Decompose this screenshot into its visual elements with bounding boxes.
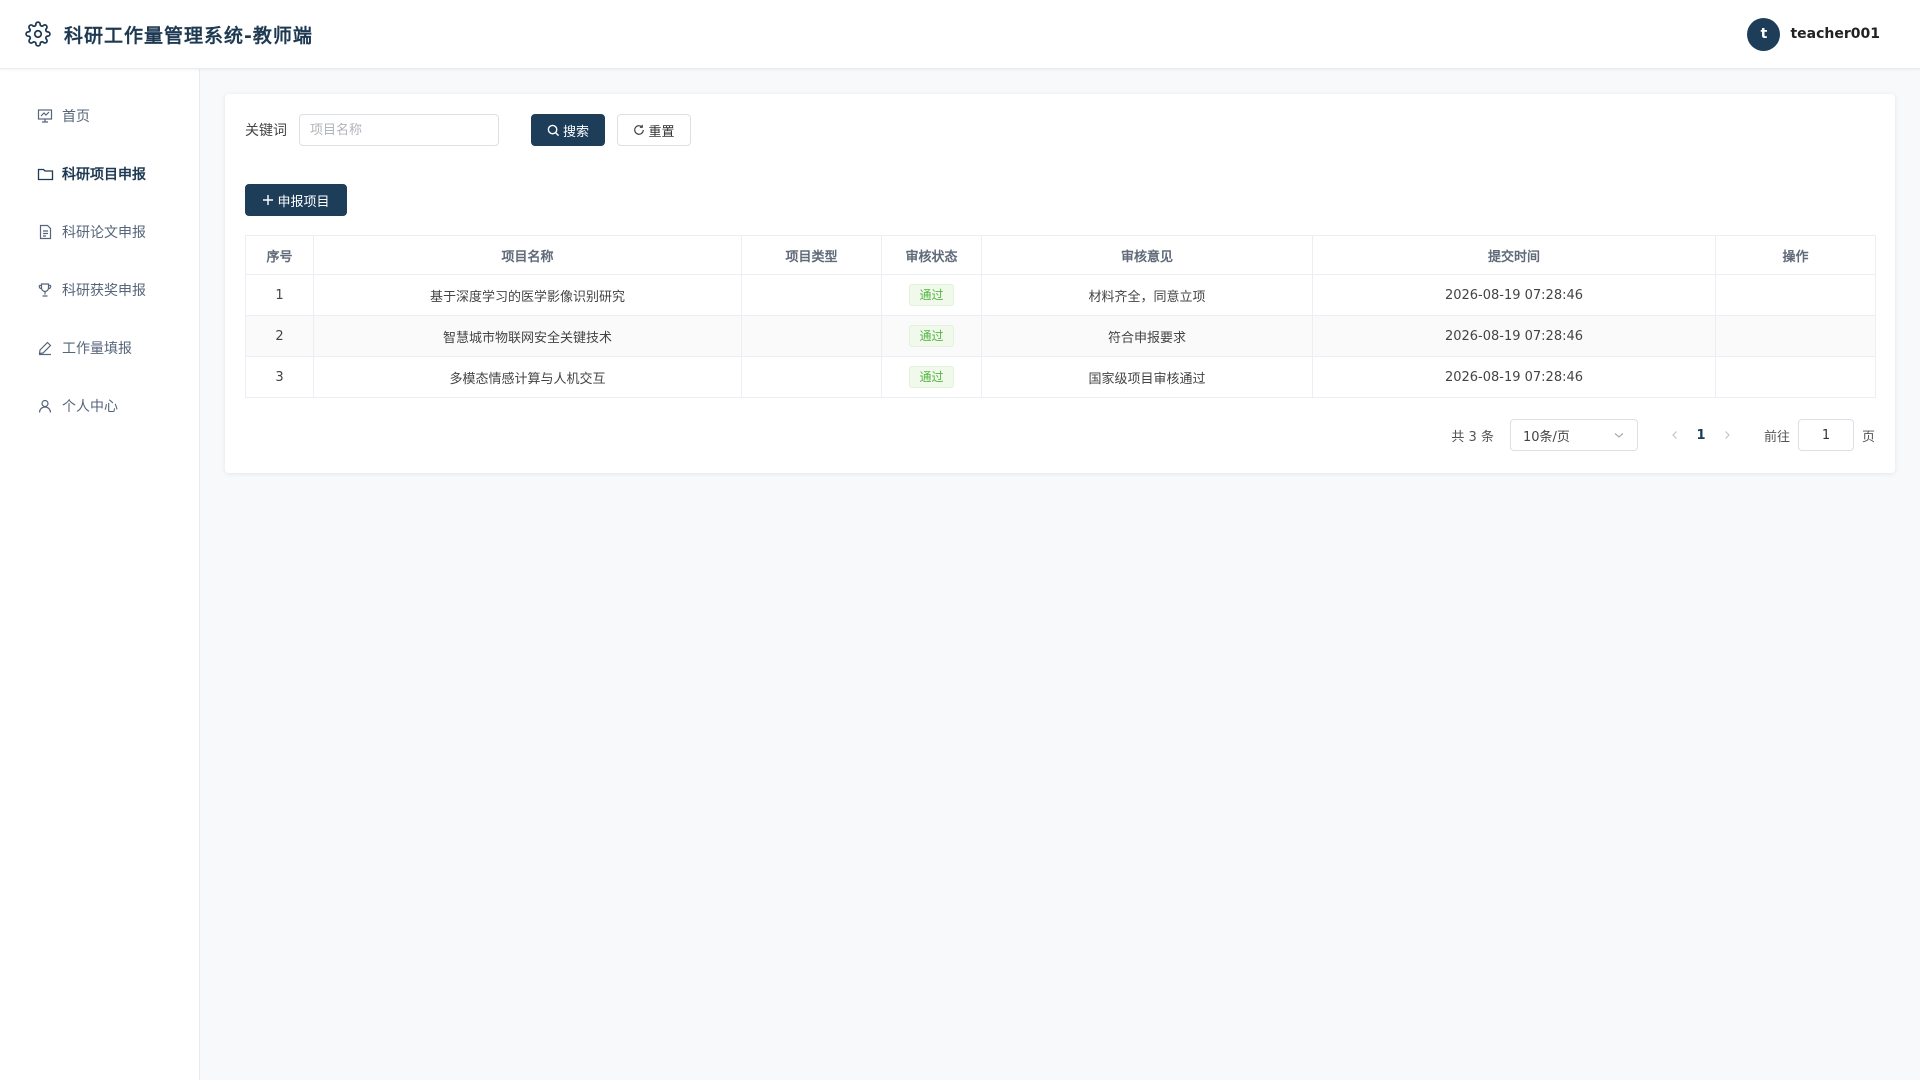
goto-page: 前往 页 (1764, 419, 1875, 451)
sidebar-item-research-papers[interactable]: 科研论文申报 (0, 203, 199, 261)
plus-icon (263, 195, 274, 205)
col-header-index: 序号 (245, 235, 314, 275)
col-header-time: 提交时间 (1312, 235, 1716, 275)
cell-opinion: 符合申报要求 (981, 315, 1313, 357)
chevron-left-icon (1672, 431, 1677, 439)
sidebar-item-label: 个人中心 (62, 399, 118, 415)
cell-name: 智慧城市物联网安全关键技术 (313, 315, 742, 357)
user-menu[interactable]: t teacher001 (1747, 17, 1880, 51)
cell-status: 通过 (881, 315, 982, 357)
sidebar-item-label: 科研获奖申报 (62, 283, 146, 299)
app-title: 科研工作量管理系统-教师端 (64, 24, 313, 47)
sidebar-item-research-projects[interactable]: 科研项目申报 (0, 145, 199, 203)
user-icon (36, 397, 54, 415)
pagination: 共 3 条 10条/页 1 前往 页 (1451, 419, 1875, 451)
goto-label: 前往 (1763, 429, 1790, 445)
cell-time: 2026-08-19 07:28:46 (1312, 274, 1716, 316)
table-row: 2 智慧城市物联网安全关键技术 通过 符合申报要求 2026-08-19 07:… (245, 315, 1876, 357)
document-icon (36, 223, 54, 241)
sidebar-item-label: 首页 (62, 109, 90, 125)
cell-action (1715, 356, 1876, 398)
goto-page-input[interactable] (1797, 419, 1854, 451)
table-header-row: 序号 项目名称 项目类型 审核状态 审核意见 提交时间 操作 (245, 235, 1876, 275)
status-badge: 通过 (909, 325, 954, 347)
pagination-total: 共 3 条 (1451, 429, 1494, 445)
content-card: 关键词 搜索 重置 申报项目 序号 项目名称 项目类型 (225, 94, 1895, 473)
add-project-label: 申报项目 (277, 194, 330, 210)
sidebar: 首页 科研项目申报 科研论文申报 科研获奖申报 工作量填报 个人中心 (0, 69, 200, 1080)
search-icon (547, 124, 560, 136)
chevron-right-icon (1725, 431, 1730, 439)
col-header-type: 项目类型 (741, 235, 882, 275)
avatar[interactable]: t (1747, 17, 1781, 51)
cell-status: 通过 (881, 274, 982, 316)
cell-type (741, 274, 882, 316)
page-size-value: 10条/页 (1522, 429, 1570, 445)
trophy-icon (36, 281, 54, 299)
reset-button-label: 重置 (648, 124, 675, 140)
search-bar: 关键词 搜索 重置 (245, 114, 1875, 146)
col-header-status: 审核状态 (881, 235, 982, 275)
cell-index: 2 (245, 315, 314, 357)
refresh-icon (634, 124, 645, 135)
col-header-name: 项目名称 (313, 235, 742, 275)
sidebar-item-workload[interactable]: 工作量填报 (0, 319, 199, 377)
top-header: 科研工作量管理系统-教师端 t teacher001 (0, 0, 1920, 69)
cell-index: 1 (245, 274, 314, 316)
edit-pen-icon (36, 339, 54, 357)
cell-time: 2026-08-19 07:28:46 (1312, 356, 1716, 398)
cell-action (1715, 315, 1876, 357)
col-header-action: 操作 (1715, 235, 1876, 275)
prev-page-button[interactable] (1664, 424, 1686, 446)
table-row: 3 多模态情感计算与人机交互 通过 国家级项目审核通过 2026-08-19 0… (245, 356, 1876, 398)
folder-icon (36, 165, 54, 183)
sidebar-item-home[interactable]: 首页 (0, 87, 199, 145)
search-button[interactable]: 搜索 (531, 114, 605, 146)
brand: 科研工作量管理系统-教师端 (24, 20, 313, 48)
status-badge: 通过 (909, 284, 954, 306)
sidebar-item-profile[interactable]: 个人中心 (0, 377, 199, 435)
table-row: 1 基于深度学习的医学影像识别研究 通过 材料齐全，同意立项 2026-08-1… (245, 274, 1876, 316)
col-header-opinion: 审核意见 (981, 235, 1313, 275)
keyword-input[interactable] (299, 114, 499, 146)
reset-button[interactable]: 重置 (617, 114, 691, 146)
cell-type (741, 356, 882, 398)
sidebar-item-label: 科研项目申报 (62, 167, 146, 183)
add-project-button[interactable]: 申报项目 (245, 184, 347, 216)
cell-time: 2026-08-19 07:28:46 (1312, 315, 1716, 357)
page-number-current[interactable]: 1 (1686, 428, 1716, 443)
chevron-down-icon (1614, 433, 1624, 438)
sidebar-item-label: 科研论文申报 (62, 225, 146, 241)
cell-status: 通过 (881, 356, 982, 398)
cell-name: 基于深度学习的医学影像识别研究 (313, 274, 742, 316)
cell-type (741, 315, 882, 357)
cell-opinion: 国家级项目审核通过 (981, 356, 1313, 398)
status-badge: 通过 (909, 366, 954, 388)
next-page-button[interactable] (1716, 424, 1738, 446)
sidebar-item-research-awards[interactable]: 科研获奖申报 (0, 261, 199, 319)
cell-opinion: 材料齐全，同意立项 (981, 274, 1313, 316)
goto-suffix: 页 (1861, 429, 1875, 445)
search-button-label: 搜索 (562, 124, 589, 140)
cell-name: 多模态情感计算与人机交互 (313, 356, 742, 398)
keyword-label: 关键词 (245, 123, 287, 139)
gear-icon (24, 20, 52, 48)
page-size-select[interactable]: 10条/页 (1509, 419, 1638, 451)
projects-table: 序号 项目名称 项目类型 审核状态 审核意见 提交时间 操作 1 基于深度学习的… (245, 235, 1876, 398)
presentation-icon (36, 107, 54, 125)
cell-action (1715, 274, 1876, 316)
cell-index: 3 (245, 356, 314, 398)
sidebar-item-label: 工作量填报 (62, 341, 132, 357)
username[interactable]: teacher001 (1790, 26, 1880, 42)
